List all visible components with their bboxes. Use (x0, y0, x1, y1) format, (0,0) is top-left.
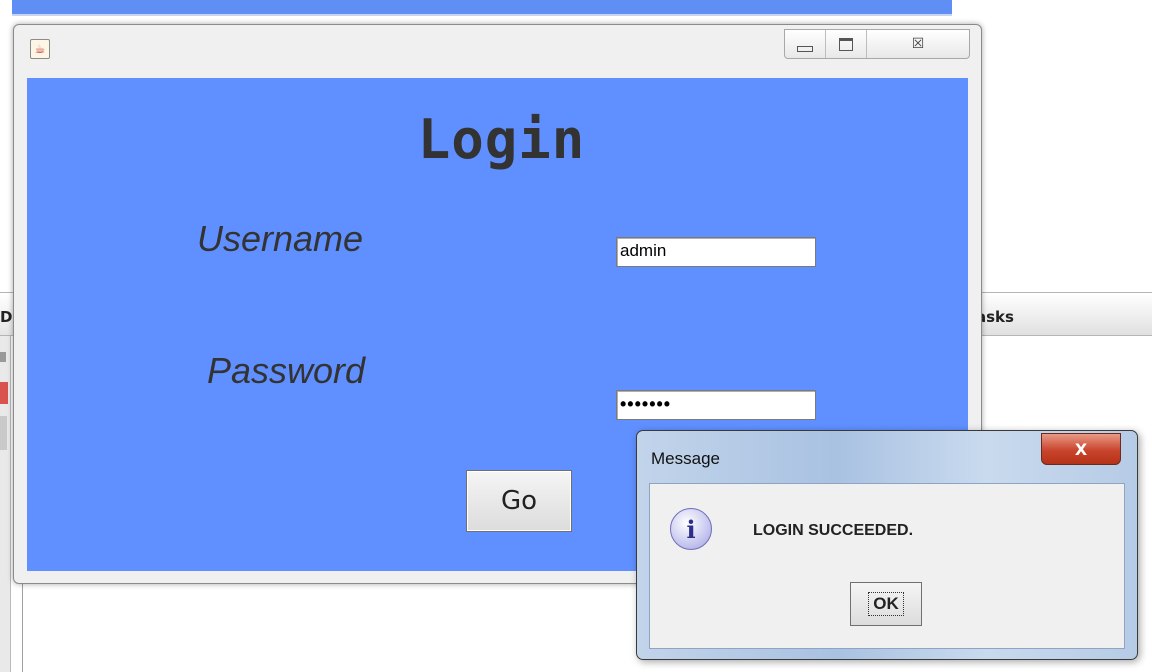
gutter-marker (0, 416, 7, 450)
window-caption-buttons: ☒ (784, 29, 970, 59)
close-icon: ☒ (911, 36, 925, 52)
message-dialog: Message X i LOGIN SUCCEEDED. OK (636, 430, 1138, 660)
ok-button[interactable]: OK (850, 582, 922, 626)
minimize-button[interactable] (785, 30, 826, 58)
ok-button-label: OK (868, 592, 904, 616)
java-icon[interactable]: ☕ (30, 39, 50, 59)
info-icon: i (670, 508, 712, 550)
background-left-tab-label: D (0, 308, 13, 326)
close-button[interactable]: ☒ (867, 30, 969, 58)
gutter-error-marker (0, 382, 8, 404)
username-label: Username (197, 218, 364, 259)
minimize-icon (797, 46, 813, 52)
background-tasks-tab[interactable]: asks (970, 292, 1152, 336)
username-field[interactable]: admin (616, 237, 816, 267)
page-title: Login (417, 108, 586, 171)
login-window-titlebar[interactable]: ☕ ☒ (14, 25, 981, 77)
dialog-body: i LOGIN SUCCEEDED. OK (649, 483, 1125, 649)
dialog-message: LOGIN SUCCEEDED. (753, 522, 914, 539)
maximize-icon (839, 37, 853, 51)
go-button[interactable]: Go (466, 470, 572, 532)
background-window-strip (12, 0, 952, 16)
password-field[interactable]: ••••••• (616, 390, 816, 420)
close-icon: X (1074, 439, 1088, 459)
maximize-button[interactable] (826, 30, 867, 58)
password-label: Password (207, 350, 366, 391)
gutter-arrow-icon (0, 352, 6, 362)
dialog-title: Message (651, 449, 720, 468)
background-left-gutter (0, 292, 11, 672)
dialog-close-button[interactable]: X (1041, 433, 1121, 465)
